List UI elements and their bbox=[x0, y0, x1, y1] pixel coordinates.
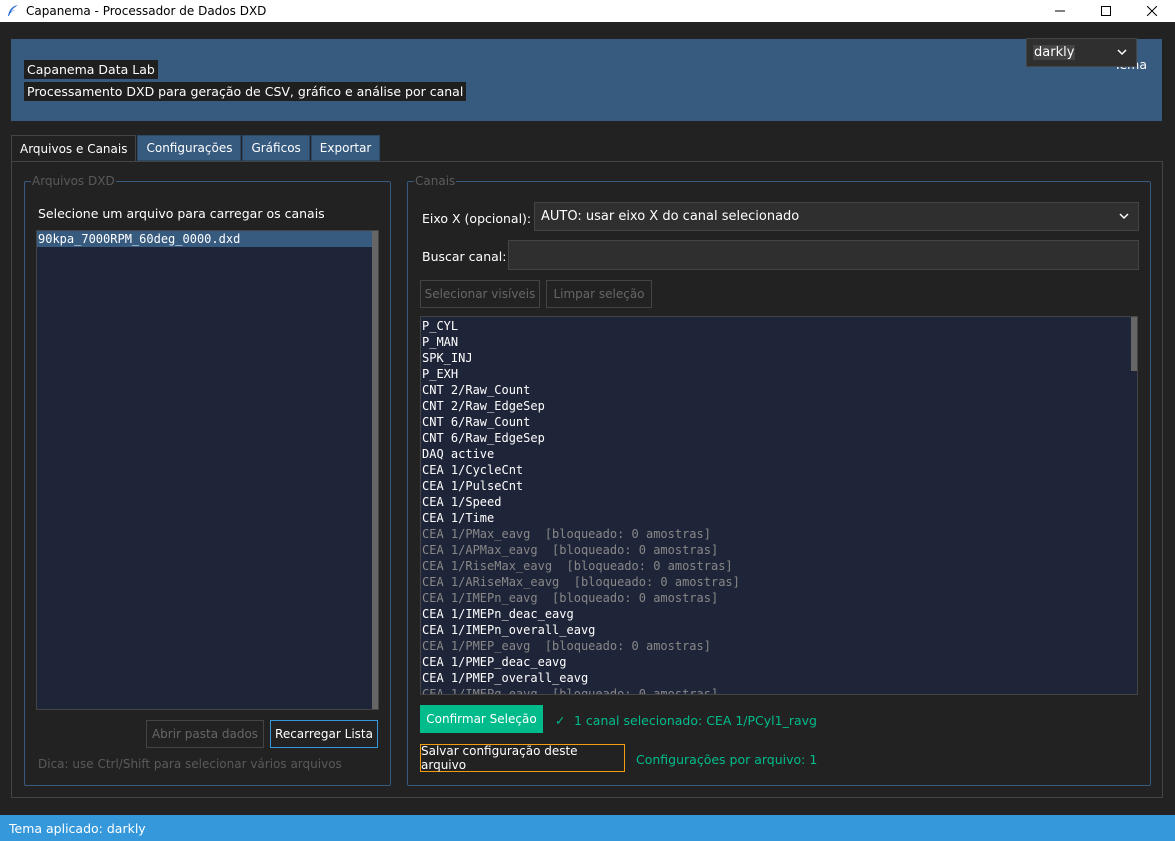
channel-list: P_CYL P_MAN SPK_INJ P_EXH CNT 2/Raw_Count CNT… bbox=[422, 318, 1137, 694]
list-item[interactable]: CEA 1/IMEPn_eavg [bloqueado: 0 amostras] bbox=[422, 590, 1137, 606]
xaxis-label: Eixo X (opcional): bbox=[422, 211, 532, 226]
tab-charts[interactable]: Gráficos bbox=[242, 135, 310, 161]
minimize-button[interactable] bbox=[1037, 0, 1083, 22]
check-icon: ✓ bbox=[555, 713, 566, 728]
header-banner: Capanema Data Lab Processamento DXD para… bbox=[11, 39, 1162, 121]
list-item[interactable]: CEA 1/IMEPn_overall_eavg bbox=[422, 622, 1137, 638]
list-item[interactable]: SPK_INJ bbox=[422, 350, 1137, 366]
list-item[interactable]: CEA 1/CycleCnt bbox=[422, 462, 1137, 478]
theme-select[interactable]: darkly bbox=[1026, 38, 1137, 67]
list-item[interactable]: CEA 1/ARiseMax_eavg [bloqueado: 0 amostr… bbox=[422, 574, 1137, 590]
list-item[interactable]: CEA 1/PMax_eavg [bloqueado: 0 amostras] bbox=[422, 526, 1137, 542]
file-listbox[interactable]: 90kpa_7000RPM_60deg_0000.dxd bbox=[36, 230, 379, 710]
maximize-button[interactable] bbox=[1083, 0, 1129, 22]
search-label: Buscar canal: bbox=[422, 249, 507, 264]
tab-export[interactable]: Exportar bbox=[310, 135, 381, 161]
window-titlebar: Capanema - Processador de Dados DXD bbox=[0, 0, 1175, 22]
list-item[interactable]: P_EXH bbox=[422, 366, 1137, 382]
feather-icon bbox=[8, 5, 18, 16]
confirm-selection-button[interactable]: Confirmar Seleção bbox=[420, 705, 543, 733]
minimize-icon bbox=[1055, 10, 1065, 12]
select-visible-button[interactable]: Selecionar visíveis bbox=[420, 280, 540, 308]
xaxis-select-value: AUTO: usar eixo X do canal selecionado bbox=[541, 209, 800, 224]
channel-list-scrollbar[interactable] bbox=[1131, 317, 1137, 694]
files-instruction: Selecione um arquivo para carregar os ca… bbox=[38, 206, 325, 221]
list-item[interactable]: DAQ active bbox=[422, 446, 1137, 462]
list-item[interactable]: CEA 1/IMEPn_deac_eavg bbox=[422, 606, 1137, 622]
open-folder-button[interactable]: Abrir pasta dados bbox=[146, 720, 264, 748]
channel-listbox[interactable]: P_CYL P_MAN SPK_INJ P_EXH CNT 2/Raw_Count CNT… bbox=[420, 316, 1138, 695]
selection-status: 1 canal selecionado: CEA 1/PCyl1_ravg bbox=[574, 713, 817, 728]
file-list-scrollbar[interactable] bbox=[372, 231, 378, 709]
status-bar: Tema aplicado: darkly bbox=[0, 815, 1175, 841]
theme-select-value: darkly bbox=[1033, 45, 1076, 60]
list-item[interactable]: 90kpa_7000RPM_60deg_0000.dxd bbox=[37, 231, 378, 247]
files-frame-label: Arquivos DXD bbox=[31, 174, 116, 188]
list-item[interactable]: CNT 2/Raw_EdgeSep bbox=[422, 398, 1137, 414]
list-item[interactable]: CEA 1/RiseMax_eavg [bloqueado: 0 amostra… bbox=[422, 558, 1137, 574]
list-item[interactable]: CNT 6/Raw_EdgeSep bbox=[422, 430, 1137, 446]
files-frame: Arquivos DXD Selecione um arquivo para c… bbox=[24, 174, 391, 786]
list-item[interactable]: CEA 1/PMEP_eavg [bloqueado: 0 amostras] bbox=[422, 638, 1137, 654]
list-item[interactable]: CEA 1/PulseCnt bbox=[422, 478, 1137, 494]
list-item[interactable]: CNT 2/Raw_Count bbox=[422, 382, 1137, 398]
clear-selection-button[interactable]: Limpar seleção bbox=[546, 280, 652, 308]
window-title: Capanema - Processador de Dados DXD bbox=[26, 4, 267, 18]
close-button[interactable] bbox=[1129, 0, 1175, 22]
status-text: Tema aplicado: darkly bbox=[9, 820, 146, 836]
list-item[interactable]: CEA 1/Time bbox=[422, 510, 1137, 526]
list-item[interactable]: CNT 6/Raw_Count bbox=[422, 414, 1137, 430]
tab-bar: Arquivos e Canais Configurações Gráficos… bbox=[11, 135, 381, 161]
chevron-down-icon bbox=[1117, 49, 1127, 56]
chevron-down-icon bbox=[1119, 213, 1129, 220]
list-item[interactable]: CEA 1/Speed bbox=[422, 494, 1137, 510]
search-channel-input[interactable] bbox=[508, 240, 1139, 270]
tab-files-channels[interactable]: Arquivos e Canais bbox=[11, 135, 137, 161]
list-item[interactable]: CEA 1/APMax_eavg [bloqueado: 0 amostras] bbox=[422, 542, 1137, 558]
config-count: Configurações por arquivo: 1 bbox=[636, 752, 818, 767]
channels-frame-label: Canais bbox=[414, 174, 457, 188]
maximize-icon bbox=[1101, 6, 1111, 16]
list-item[interactable]: CEA 1/IMEPg_eavg [bloqueado: 0 amostras] bbox=[422, 686, 1137, 694]
save-config-button[interactable]: Salvar configuração deste arquivo bbox=[420, 744, 625, 772]
files-tip: Dica: use Ctrl/Shift para selecionar vár… bbox=[38, 757, 342, 771]
list-item[interactable]: CEA 1/PMEP_deac_eavg bbox=[422, 654, 1137, 670]
list-item[interactable]: P_MAN bbox=[422, 334, 1137, 350]
list-item[interactable]: CEA 1/PMEP_overall_eavg bbox=[422, 670, 1137, 686]
list-item[interactable]: P_CYL bbox=[422, 318, 1137, 334]
app-subtitle: Processamento DXD para geração de CSV, g… bbox=[24, 82, 467, 101]
file-list-scroll-thumb[interactable] bbox=[372, 231, 378, 709]
app-title: Capanema Data Lab bbox=[24, 60, 158, 79]
xaxis-select[interactable]: AUTO: usar eixo X do canal selecionado bbox=[534, 202, 1139, 231]
channel-list-scroll-thumb[interactable] bbox=[1131, 317, 1137, 371]
tab-settings[interactable]: Configurações bbox=[137, 135, 242, 161]
reload-list-button[interactable]: Recarregar Lista bbox=[270, 720, 378, 748]
close-icon bbox=[1147, 6, 1157, 16]
channels-frame: Canais Eixo X (opcional): AUTO: usar eix… bbox=[407, 174, 1151, 786]
